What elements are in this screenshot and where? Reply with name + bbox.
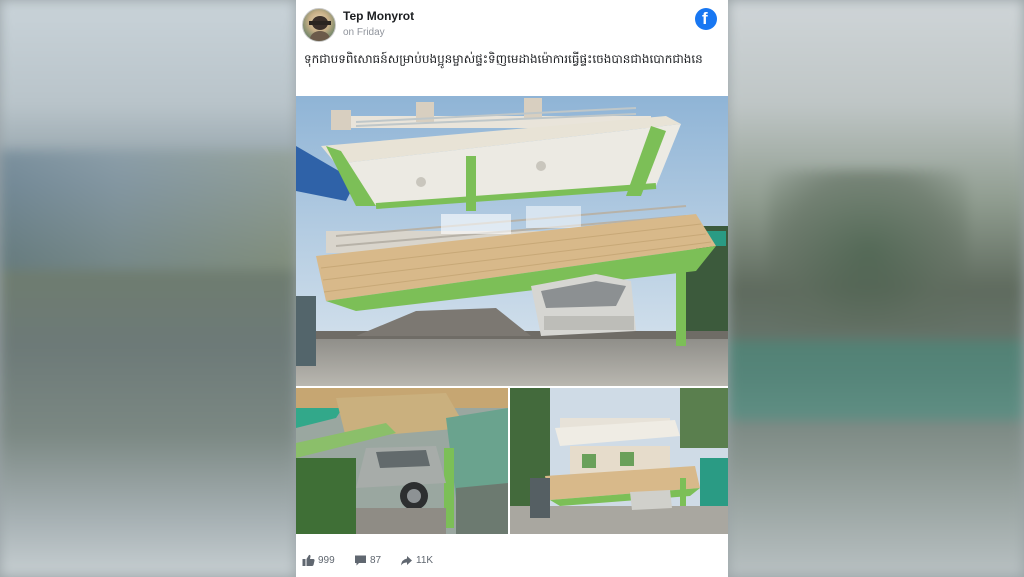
likes-number: 999 <box>318 555 335 566</box>
shares-count[interactable]: 11K <box>400 554 450 568</box>
post-header: Tep Monyrot on Friday f <box>296 0 728 48</box>
crushed-car-closeup-photo[interactable] <box>296 388 508 534</box>
post-stats-footer: 999 87 11K <box>296 540 728 577</box>
comments-number: 87 <box>370 555 382 566</box>
blurred-background-right <box>728 0 1024 577</box>
blurred-background-left <box>0 0 296 577</box>
post-timestamp[interactable]: on Friday <box>343 27 385 38</box>
collapsed-house-wide-photo[interactable] <box>510 388 728 534</box>
author-avatar[interactable] <box>302 8 336 42</box>
likes-count[interactable]: 999 <box>302 554 352 568</box>
author-name[interactable]: Tep Monyrot <box>343 9 414 23</box>
share-icon <box>401 556 412 566</box>
post-caption: ទុកជាបទពិសោធន៍សម្រាប់បងប្អូនម្ចាស់ផ្ទះទិ… <box>304 52 703 66</box>
facebook-icon[interactable]: f <box>695 8 717 30</box>
shares-number: 11K <box>416 555 434 566</box>
comment-icon <box>355 555 366 566</box>
facebook-post-card: Tep Monyrot on Friday f ទុកជាបទពិសោធន៍សម… <box>296 0 728 577</box>
collapsed-house-main-photo[interactable] <box>296 96 728 386</box>
comments-count[interactable]: 87 <box>354 554 394 568</box>
thumbs-up-icon <box>302 554 315 566</box>
